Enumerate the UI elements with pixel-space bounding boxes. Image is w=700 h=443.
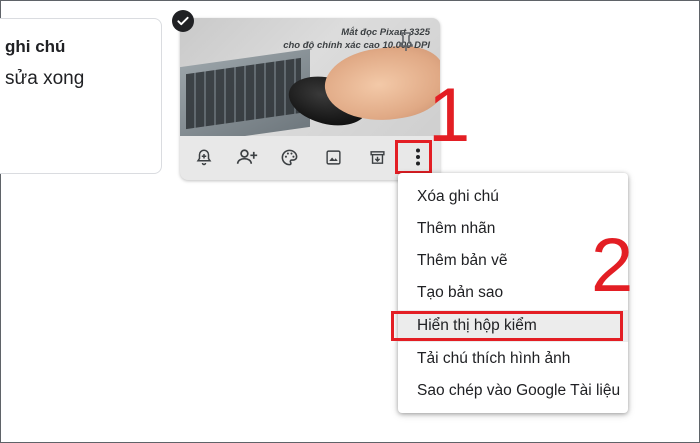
step-number-1: 1	[428, 73, 471, 158]
step-number-2: 2	[591, 223, 634, 308]
archive-icon[interactable]	[364, 144, 390, 170]
menu-item-grab-image-text[interactable]: Tải chú thích hình ảnh	[398, 343, 628, 375]
pin-icon[interactable]	[397, 32, 415, 52]
select-note-check-icon[interactable]	[172, 10, 194, 32]
palette-icon[interactable]	[276, 144, 302, 170]
highlight-more-button	[395, 140, 432, 174]
note-body: sửa xong	[5, 68, 85, 89]
note-title: ghi chú	[5, 37, 66, 56]
menu-item-copy-to-google-docs[interactable]: Sao chép vào Google Tài liệu	[398, 375, 628, 407]
menu-item-delete-note[interactable]: Xóa ghi chú	[398, 181, 628, 213]
note-card-left[interactable]: ghi chú sửa xong	[0, 18, 162, 174]
image-icon[interactable]	[320, 144, 346, 170]
highlight-show-checkboxes	[391, 311, 623, 341]
add-collaborator-icon[interactable]	[234, 144, 260, 170]
remind-me-bell-icon[interactable]	[191, 144, 217, 170]
note-image: Mắt đọc Pixart 3325 cho độ chính xác cao…	[180, 18, 440, 136]
